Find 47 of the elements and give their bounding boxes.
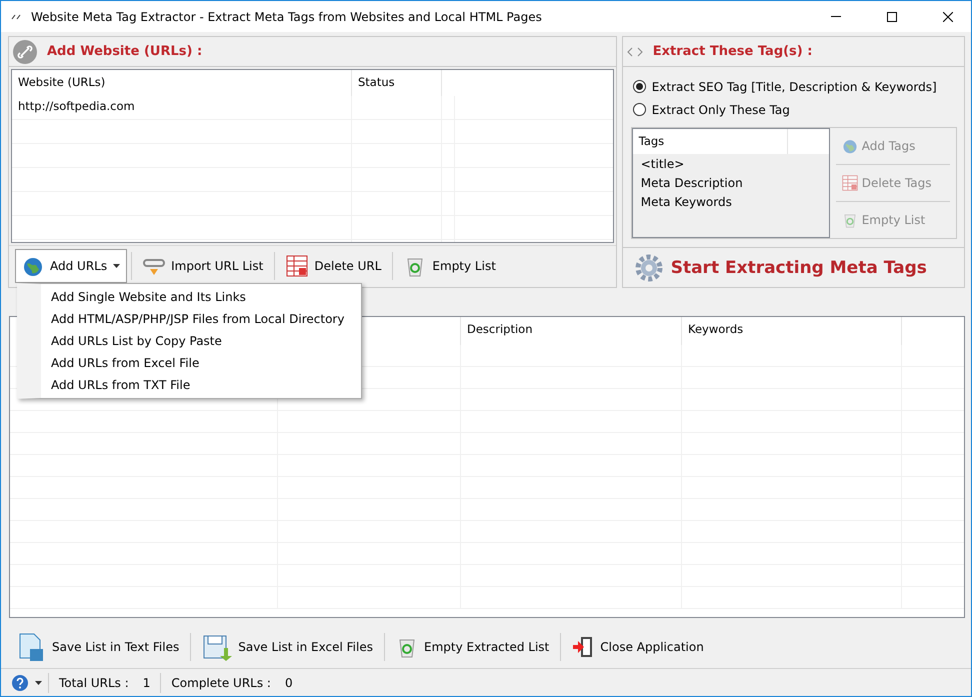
table-delete-icon [842, 175, 858, 191]
column-header[interactable]: Keywords [682, 317, 902, 345]
status-label: Complete URLs : [170, 676, 272, 690]
toolbar-button[interactable]: Close Application [565, 630, 711, 664]
toolbar-button[interactable]: Save List in Excel Files [195, 630, 380, 664]
menu-item[interactable]: Add Single Website and Its Links [41, 286, 361, 308]
url-text: http://softpedia.com [18, 99, 135, 113]
toolbar-button[interactable]: Delete URL [279, 248, 388, 282]
app-icon [11, 12, 21, 20]
column-header[interactable]: Status [352, 70, 442, 96]
toolbar-button[interactable]: Empty List [397, 248, 503, 282]
close-icon[interactable] [943, 12, 953, 22]
menu-item[interactable]: Add HTML/ASP/PHP/JSP Files from Local Directory [41, 308, 361, 330]
panel-title: Add Website (URLs) : [47, 44, 202, 59]
recycle-bin-icon [842, 212, 858, 228]
status-label: Total URLs : [58, 676, 130, 690]
help-icon [11, 674, 29, 692]
toolbar-button[interactable]: Empty Extracted List [388, 630, 556, 664]
column-header[interactable]: Description [461, 317, 682, 345]
menu-item[interactable]: Add URLs from Excel File [41, 352, 361, 374]
globe-icon [842, 138, 858, 154]
tag-item[interactable]: <title> [632, 156, 829, 175]
code-tag-icon [626, 46, 643, 56]
status-value: 1 [142, 676, 152, 690]
menu-item[interactable]: Add URLs List by Copy Paste [41, 330, 361, 352]
radio-button[interactable] [632, 103, 646, 116]
window-title: Website Meta Tag Extractor - Extract Meta Tags from Websites and Local HTML Pages [31, 10, 543, 24]
table-delete-icon [286, 254, 308, 276]
gear-icon [634, 254, 663, 282]
exit-door-icon [572, 636, 594, 658]
radio-button[interactable] [632, 80, 646, 93]
caret-icon [113, 264, 120, 268]
toolbar-button[interactable]: Import URL List [136, 248, 270, 282]
menu-item[interactable]: Add URLs from TXT File [41, 374, 361, 396]
link-icon [13, 40, 37, 64]
caret-icon [35, 680, 42, 684]
minimize-icon[interactable] [831, 16, 841, 18]
panel-title: Extract These Tag(s) : [652, 44, 812, 59]
tag-item[interactable]: Meta Keywords [632, 194, 829, 213]
toolbar-button[interactable]: Save List in Text Files [9, 630, 186, 664]
radio-option[interactable]: Extract SEO Tag [Title, Description & Keywords] [622, 75, 964, 98]
maximize-icon[interactable] [887, 12, 897, 22]
status-value: 0 [284, 676, 294, 690]
tag-item[interactable]: Meta Description [632, 175, 829, 194]
column-header[interactable]: Website (URLs) [12, 70, 352, 96]
radio-option[interactable]: Extract Only These Tag [622, 98, 964, 121]
toolbar-button[interactable]: Add URLs [15, 248, 128, 282]
